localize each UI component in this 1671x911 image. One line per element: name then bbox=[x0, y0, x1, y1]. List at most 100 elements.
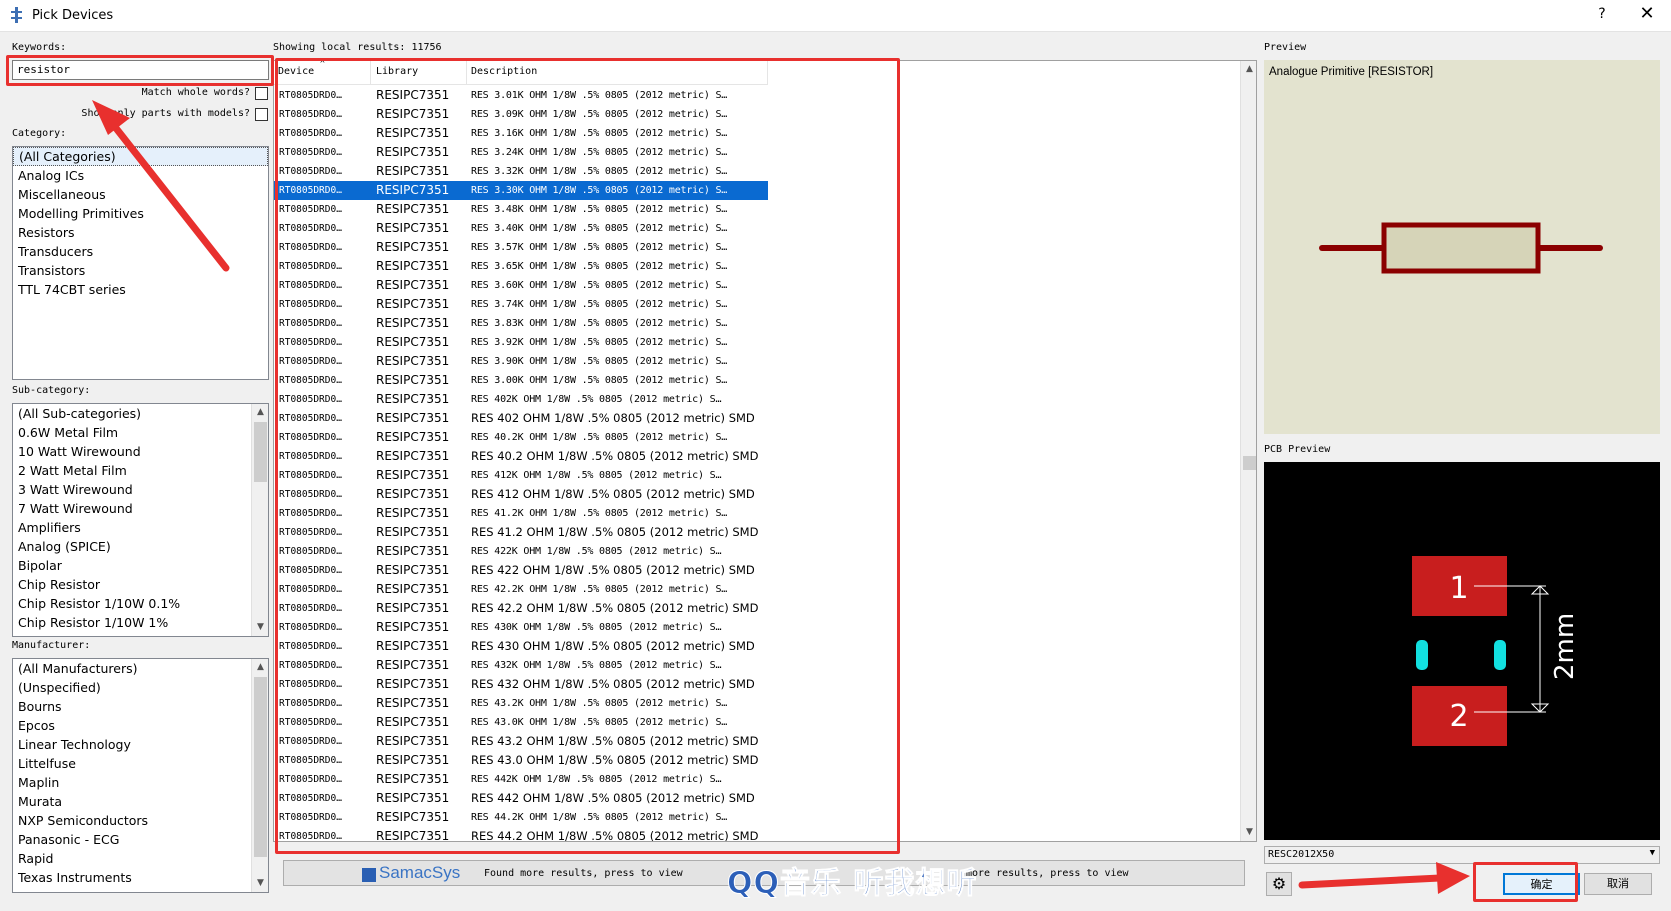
subcategory-item[interactable]: 7 Watt Wirewound bbox=[13, 499, 268, 518]
table-row[interactable]: RT0805DRD0… RESIPC7351 RES 412 OHM 1/8W .5… bbox=[274, 485, 768, 504]
package-select[interactable]: RESC2012X50 ▼ bbox=[1264, 846, 1660, 864]
scroll-up-icon[interactable]: ▲ bbox=[252, 659, 268, 676]
table-row[interactable]: RT0805DRD0… RESIPC7351 RES 3.00K OHM 1/8W … bbox=[274, 371, 768, 390]
scroll-up-icon[interactable]: ▲ bbox=[252, 404, 268, 421]
gear-icon[interactable]: ⚙ bbox=[1266, 872, 1292, 896]
close-button[interactable]: ✕ bbox=[1632, 3, 1662, 24]
results-scrollbar[interactable]: ▲ ▼ bbox=[1240, 61, 1256, 841]
category-item[interactable]: (All Categories) bbox=[13, 147, 268, 166]
manufacturer-item[interactable]: (All Manufacturers) bbox=[13, 659, 268, 678]
manufacturer-item[interactable]: (Unspecified) bbox=[13, 678, 268, 697]
subcategory-item[interactable]: Amplifiers bbox=[13, 518, 268, 537]
manufacturer-item[interactable]: Epcos bbox=[13, 716, 268, 735]
match-whole-words-checkbox[interactable] bbox=[255, 87, 268, 100]
manufacturer-item[interactable]: Linear Technology bbox=[13, 735, 268, 754]
scroll-down-icon[interactable]: ▼ bbox=[252, 875, 268, 892]
category-item[interactable]: Miscellaneous bbox=[13, 185, 268, 204]
scroll-thumb[interactable] bbox=[1243, 456, 1256, 470]
table-row[interactable]: RT0805DRD0… RESIPC7351 RES 3.83K OHM 1/8W … bbox=[274, 314, 768, 333]
table-row[interactable]: RT0805DRD0… RESIPC7351 RES 3.48K OHM 1/8W … bbox=[274, 200, 768, 219]
help-button[interactable]: ? bbox=[1590, 6, 1614, 22]
table-row[interactable]: RT0805DRD0… RESIPC7351 RES 412K OHM 1/8W .… bbox=[274, 466, 768, 485]
category-item[interactable]: Analog ICs bbox=[13, 166, 268, 185]
manufacturer-list[interactable]: (All Manufacturers) (Unspecified) Bourns Ep… bbox=[12, 658, 269, 893]
category-list[interactable]: (All Categories) Analog ICs Miscellaneous M… bbox=[12, 146, 269, 380]
ok-button[interactable]: 确定 bbox=[1503, 873, 1580, 895]
manufacturer-scrollbar[interactable]: ▲ ▼ bbox=[251, 659, 268, 892]
keywords-input[interactable]: resistor bbox=[12, 60, 269, 80]
subcategory-list[interactable]: (All Sub-categories) 0.6W Metal Film 10 Wa… bbox=[12, 403, 269, 637]
category-item[interactable]: Resistors bbox=[13, 223, 268, 242]
results-table[interactable]: Device ^ Library Description RT0805DRD0…… bbox=[273, 60, 1257, 842]
table-row[interactable]: RT0805DRD0… RESIPC7351 RES 3.57K OHM 1/8W … bbox=[274, 238, 768, 257]
table-row[interactable]: RT0805DRD0… RESIPC7351 RES 3.60K OHM 1/8W … bbox=[274, 276, 768, 295]
table-row[interactable]: RT0805DRD0… RESIPC7351 RES 3.09K OHM 1/8W … bbox=[274, 105, 768, 124]
subcategory-item[interactable]: 10 Watt Wirewound bbox=[13, 442, 268, 461]
table-row[interactable]: RT0805DRD0… RESIPC7351 RES 432K OHM 1/8W .… bbox=[274, 656, 768, 675]
table-row[interactable]: RT0805DRD0… RESIPC7351 RES 3.32K OHM 1/8W … bbox=[274, 162, 768, 181]
manufacturer-item[interactable]: Littelfuse bbox=[13, 754, 268, 773]
table-row[interactable]: RT0805DRD0… RESIPC7351 RES 442K OHM 1/8W .… bbox=[274, 770, 768, 789]
manufacturer-item[interactable]: Texas Instruments bbox=[13, 868, 268, 887]
table-row[interactable]: RT0805DRD0… RESIPC7351 RES 3.30K OHM 1/8W … bbox=[274, 181, 768, 200]
scroll-thumb[interactable] bbox=[254, 677, 267, 857]
table-row[interactable]: RT0805DRD0… RESIPC7351 RES 402 OHM 1/8W .5… bbox=[274, 409, 768, 428]
manufacturer-item[interactable]: NXP Semiconductors bbox=[13, 811, 268, 830]
table-row[interactable]: RT0805DRD0… RESIPC7351 RES 402K OHM 1/8W .… bbox=[274, 390, 768, 409]
subcategory-item[interactable]: (All Sub-categories) bbox=[13, 404, 268, 423]
column-library[interactable]: Library bbox=[376, 66, 418, 84]
subcategory-item[interactable]: Chip Resistor 1/10W 1% bbox=[13, 613, 268, 632]
show-only-models-checkbox[interactable] bbox=[255, 108, 268, 121]
table-row[interactable]: RT0805DRD0… RESIPC7351 RES 3.90K OHM 1/8W … bbox=[274, 352, 768, 371]
table-row[interactable]: RT0805DRD0… RESIPC7351 RES 44.2K OHM 1/8W … bbox=[274, 808, 768, 827]
manufacturer-item[interactable]: Rapid bbox=[13, 849, 268, 868]
subcategory-scrollbar[interactable]: ▲ ▼ bbox=[251, 404, 268, 636]
scroll-thumb[interactable] bbox=[254, 422, 267, 482]
table-row[interactable]: RT0805DRD0… RESIPC7351 RES 430 OHM 1/8W .5… bbox=[274, 637, 768, 656]
scroll-up-icon[interactable]: ▲ bbox=[1241, 61, 1256, 78]
table-row[interactable]: RT0805DRD0… RESIPC7351 RES 42.2 OHM 1/8W .… bbox=[274, 599, 768, 618]
table-row[interactable]: RT0805DRD0… RESIPC7351 RES 422K OHM 1/8W .… bbox=[274, 542, 768, 561]
table-row[interactable]: RT0805DRD0… RESIPC7351 RES 3.16K OHM 1/8W … bbox=[274, 124, 768, 143]
manufacturer-item[interactable]: Maplin bbox=[13, 773, 268, 792]
subcategory-item[interactable]: Chip Resistor bbox=[13, 575, 268, 594]
table-row[interactable]: RT0805DRD0… RESIPC7351 RES 40.2K OHM 1/8W … bbox=[274, 428, 768, 447]
table-row[interactable]: RT0805DRD0… RESIPC7351 RES 44.2 OHM 1/8W .… bbox=[274, 827, 768, 841]
table-row[interactable]: RT0805DRD0… RESIPC7351 RES 43.0 OHM 1/8W .… bbox=[274, 751, 768, 770]
manufacturer-item[interactable]: Bourns bbox=[13, 697, 268, 716]
column-device[interactable]: Device bbox=[278, 66, 314, 84]
cancel-button[interactable]: 取消 bbox=[1584, 873, 1652, 895]
table-row[interactable]: RT0805DRD0… RESIPC7351 RES 43.2 OHM 1/8W .… bbox=[274, 732, 768, 751]
found-more-text[interactable]: Found more results, press to view bbox=[484, 868, 683, 879]
category-item[interactable]: Modelling Primitives bbox=[13, 204, 268, 223]
manufacturer-item[interactable]: Panasonic - ECG bbox=[13, 830, 268, 849]
subcategory-item[interactable]: Chip Resistor 1/10W 0.1% bbox=[13, 594, 268, 613]
column-description[interactable]: Description bbox=[471, 66, 537, 84]
table-row[interactable]: RT0805DRD0… RESIPC7351 RES 3.74K OHM 1/8W … bbox=[274, 295, 768, 314]
found-more-text-2[interactable]: more results, press to view bbox=[966, 868, 1129, 879]
table-row[interactable]: RT0805DRD0… RESIPC7351 RES 3.40K OHM 1/8W … bbox=[274, 219, 768, 238]
table-row[interactable]: RT0805DRD0… RESIPC7351 RES 3.01K OHM 1/8W … bbox=[274, 86, 768, 105]
category-item[interactable]: TTL 74CBT series bbox=[13, 280, 268, 299]
table-row[interactable]: RT0805DRD0… RESIPC7351 RES 41.2 OHM 1/8W .… bbox=[274, 523, 768, 542]
table-row[interactable]: RT0805DRD0… RESIPC7351 RES 40.2 OHM 1/8W .… bbox=[274, 447, 768, 466]
table-row[interactable]: RT0805DRD0… RESIPC7351 RES 422 OHM 1/8W .5… bbox=[274, 561, 768, 580]
table-row[interactable]: RT0805DRD0… RESIPC7351 RES 3.92K OHM 1/8W … bbox=[274, 333, 768, 352]
scroll-down-icon[interactable]: ▼ bbox=[1241, 824, 1256, 841]
subcategory-item[interactable]: 2 Watt Metal Film bbox=[13, 461, 268, 480]
table-row[interactable]: RT0805DRD0… RESIPC7351 RES 3.24K OHM 1/8W … bbox=[274, 143, 768, 162]
subcategory-item[interactable]: 0.6W Metal Film bbox=[13, 423, 268, 442]
subcategory-item[interactable]: Analog (SPICE) bbox=[13, 537, 268, 556]
scroll-down-icon[interactable]: ▼ bbox=[252, 619, 268, 636]
category-item[interactable]: Transistors bbox=[13, 261, 268, 280]
table-row[interactable]: RT0805DRD0… RESIPC7351 RES 41.2K OHM 1/8W … bbox=[274, 504, 768, 523]
manufacturer-item[interactable]: Murata bbox=[13, 792, 268, 811]
table-row[interactable]: RT0805DRD0… RESIPC7351 RES 430K OHM 1/8W .… bbox=[274, 618, 768, 637]
category-item[interactable]: Transducers bbox=[13, 242, 268, 261]
table-row[interactable]: RT0805DRD0… RESIPC7351 RES 442 OHM 1/8W .5… bbox=[274, 789, 768, 808]
subcategory-item[interactable]: 3 Watt Wirewound bbox=[13, 480, 268, 499]
table-row[interactable]: RT0805DRD0… RESIPC7351 RES 432 OHM 1/8W .5… bbox=[274, 675, 768, 694]
table-row[interactable]: RT0805DRD0… RESIPC7351 RES 43.2K OHM 1/8W … bbox=[274, 694, 768, 713]
subcategory-item[interactable]: Bipolar bbox=[13, 556, 268, 575]
table-row[interactable]: RT0805DRD0… RESIPC7351 RES 43.0K OHM 1/8W … bbox=[274, 713, 768, 732]
